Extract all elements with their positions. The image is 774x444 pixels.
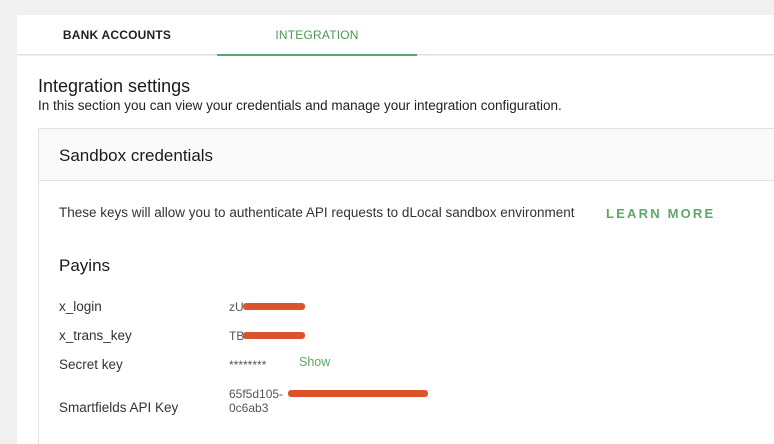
integration-card: Integration settings In this section you… [17,56,774,444]
payins-title: Payins [59,256,111,275]
page-title: Integration settings [38,76,191,96]
x-login-value: zU [229,300,244,314]
tab-integration[interactable]: INTEGRATION [217,15,417,56]
sandbox-info-text: These keys will allow you to authenticat… [59,205,575,220]
page: BANK ACCOUNTS INTEGRATION Integration se… [0,0,774,444]
show-secret-button[interactable]: Show [299,355,330,369]
secret-key-value: ******** [229,358,267,372]
x-login-redaction [243,303,305,310]
panel-header: Sandbox credentials [39,129,774,181]
tab-bank-accounts[interactable]: BANK ACCOUNTS [17,15,217,55]
smartfields-api-key-label: Smartfields API Key [59,400,179,415]
panel-title: Sandbox credentials [59,146,214,165]
page-subtitle: In this section you can view your creden… [38,98,562,113]
sandbox-credentials-panel: Sandbox credentials These keys will allo… [38,128,774,444]
tab-bar: BANK ACCOUNTS INTEGRATION [17,15,774,56]
smartfields-api-key-value-line2: 0c6ab3 [229,401,269,415]
x-login-label: x_login [59,299,102,314]
secret-key-label: Secret key [59,357,123,372]
smartfields-api-key-value-line1: 65f5d105- [229,387,284,401]
x-trans-key-redaction [243,332,305,339]
smartfields-api-key-redaction [288,390,428,397]
x-trans-key-label: x_trans_key [59,328,132,343]
learn-more-link[interactable]: LEARN MORE [606,206,715,221]
